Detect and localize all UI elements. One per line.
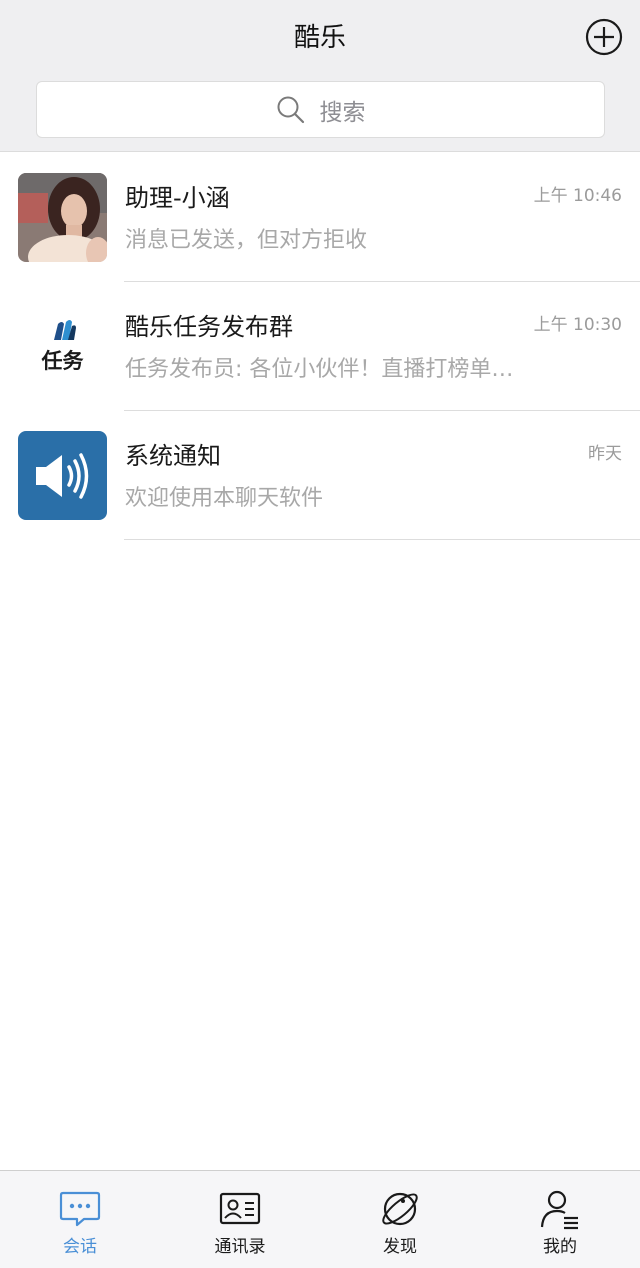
conversation-last-message: 消息已发送，但对方拒收 <box>125 228 368 253</box>
conversation-time: 昨天 <box>588 444 622 464</box>
conversation-name: 助理-小涵 <box>125 184 230 212</box>
tab-me[interactable]: 我的 <box>480 1171 640 1268</box>
conversation-time: 上午 10:46 <box>533 186 622 206</box>
tab-conversations[interactable]: 会话 <box>0 1171 160 1268</box>
conversation-time: 上午 10:30 <box>533 315 622 335</box>
conversation-last-message: 任务发布员: 各位小伙伴！直播打榜单… <box>125 357 514 382</box>
search-icon <box>277 96 304 123</box>
conversation-name: 酷乐任务发布群 <box>125 313 293 341</box>
conversation-item-system-notice[interactable]: 系统通知 昨天 欢迎使用本聊天软件 <box>0 411 640 540</box>
task-logo-icon: 任务 <box>41 320 85 373</box>
tab-label: 会话 <box>63 1237 97 1257</box>
photo-avatar-icon <box>18 173 107 262</box>
plus-circle-icon <box>585 18 623 56</box>
search-placeholder: 搜索 <box>319 99 366 126</box>
tab-label: 发现 <box>383 1237 417 1257</box>
user-profile-icon <box>540 1190 578 1230</box>
speaker-icon <box>36 453 89 499</box>
chat-bubble-icon <box>59 1191 101 1227</box>
planet-icon <box>382 1192 418 1226</box>
search-bar[interactable]: 搜索 <box>36 81 605 138</box>
add-button[interactable] <box>585 18 623 56</box>
bottom-tab-bar: 会话 通讯录 发现 我的 <box>0 1170 640 1268</box>
avatar: 任务 <box>18 302 107 391</box>
tab-discover[interactable]: 发现 <box>320 1171 480 1268</box>
divider <box>124 539 640 540</box>
conversation-item-assistant[interactable]: 助理-小涵 上午 10:46 消息已发送，但对方拒收 <box>0 153 640 282</box>
contact-card-icon <box>219 1192 261 1225</box>
conversation-name: 系统通知 <box>125 442 221 470</box>
task-logo-text: 任务 <box>41 349 85 373</box>
top-navigation-bar: 酷乐 搜索 <box>0 0 640 152</box>
conversation-item-task-group[interactable]: 任务 酷乐任务发布群 上午 10:30 任务发布员: 各位小伙伴！直播打榜单… <box>0 282 640 411</box>
avatar <box>18 173 107 262</box>
conversation-last-message: 欢迎使用本聊天软件 <box>125 486 324 511</box>
tab-label: 我的 <box>543 1237 577 1257</box>
avatar <box>18 431 107 520</box>
page-title: 酷乐 <box>293 23 346 53</box>
tab-contacts[interactable]: 通讯录 <box>160 1171 320 1268</box>
tab-label: 通讯录 <box>214 1237 266 1257</box>
